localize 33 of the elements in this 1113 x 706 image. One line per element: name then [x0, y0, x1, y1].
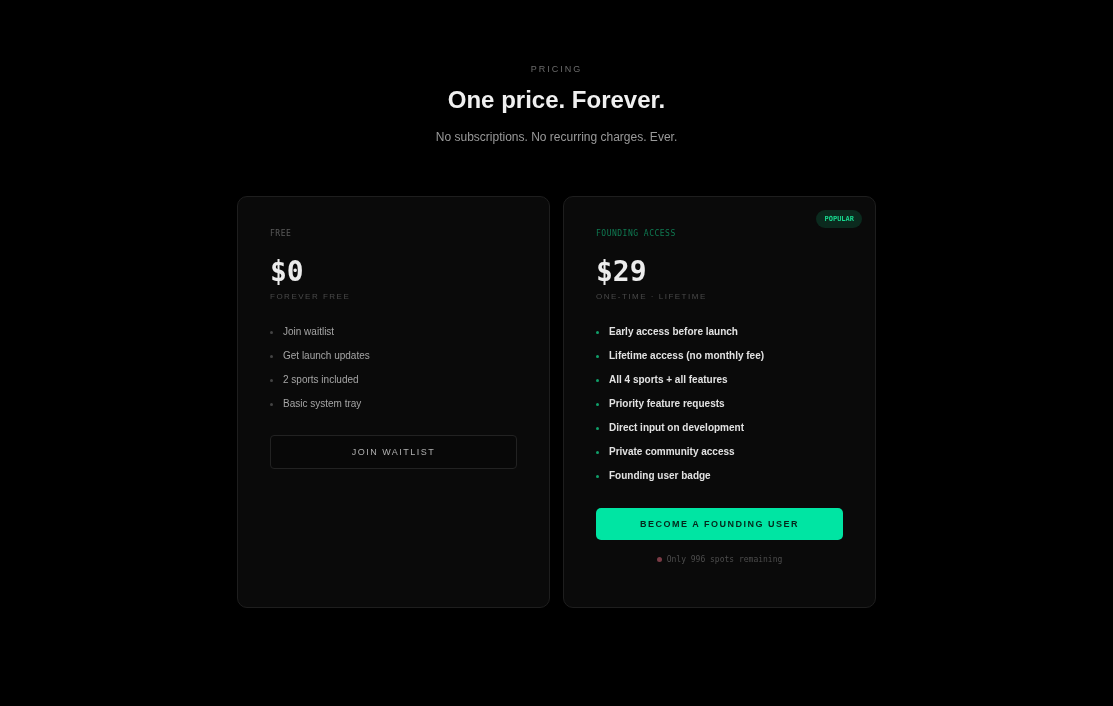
feature-text: Join waitlist — [283, 325, 335, 339]
plan-name: FOUNDING ACCESS — [596, 229, 677, 238]
plan-name: FREE — [270, 229, 293, 238]
section-subtitle: No subscriptions. No recurring charges. Ever. — [435, 130, 678, 144]
feature-text: Early access before launch — [609, 325, 738, 339]
spots-remaining-text: Only 996 spots remaining — [666, 555, 783, 564]
feature-text: Private community access — [609, 445, 735, 459]
bullet-icon — [270, 354, 273, 358]
feature-text: Get launch updates — [283, 349, 370, 363]
status-dot — [656, 557, 662, 562]
bullet-icon — [596, 450, 599, 454]
plan-price: $29 — [596, 255, 648, 288]
section-title: One price. Forever. — [447, 86, 666, 114]
section-eyebrow: PRICING — [530, 64, 583, 74]
feature-text: Founding user badge — [609, 469, 711, 483]
bullet-icon — [596, 426, 599, 430]
feature-text: Direct input on development — [609, 421, 744, 435]
bullet-icon — [596, 378, 599, 382]
join-waitlist-button[interactable]: JOIN WAITLIST — [270, 435, 517, 469]
founding-user-button[interactable]: BECOME A FOUNDING USER — [596, 508, 843, 540]
feature-text: All 4 sports + all features — [609, 373, 728, 387]
bullet-icon — [270, 378, 273, 382]
feature-text: Lifetime access (no monthly fee) — [609, 349, 765, 363]
bullet-icon — [270, 402, 273, 406]
feature-text: Priority feature requests — [609, 397, 725, 411]
feature-text: 2 sports included — [283, 373, 359, 387]
plan-price: $0 — [270, 255, 305, 288]
bullet-icon — [270, 330, 273, 334]
bullet-icon — [596, 354, 599, 358]
bullet-icon — [596, 474, 599, 478]
bullet-icon — [596, 402, 599, 406]
bullet-icon — [596, 330, 599, 334]
feature-text: Basic system tray — [283, 397, 362, 411]
